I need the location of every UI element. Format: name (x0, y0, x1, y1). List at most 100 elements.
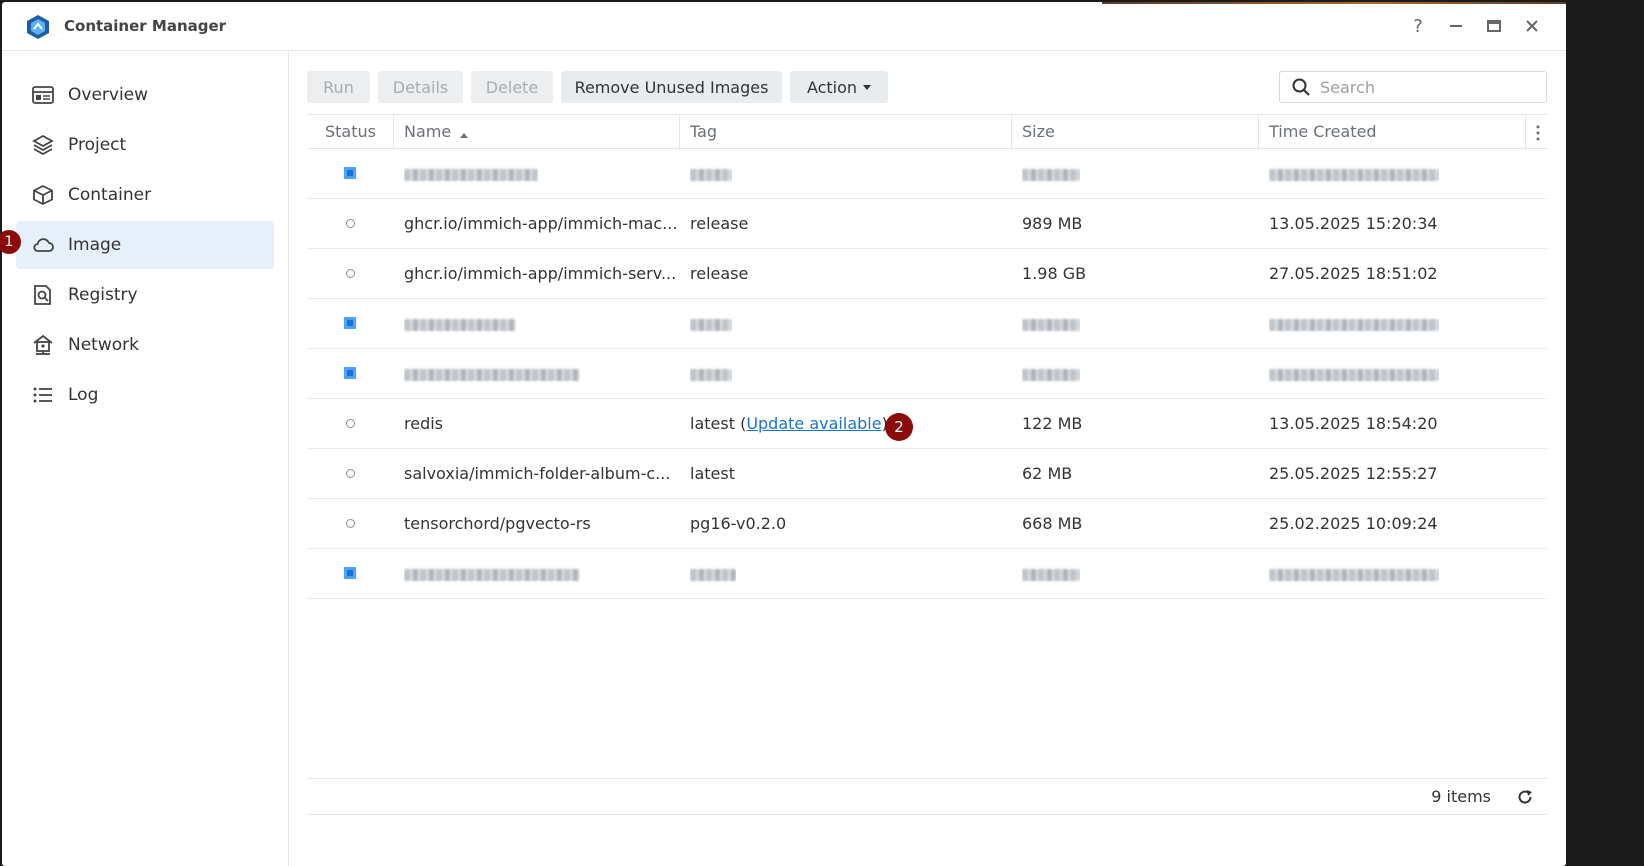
sidebar-item-project[interactable]: Project (16, 121, 274, 169)
column-divider (393, 115, 394, 148)
redacted-text (1269, 368, 1439, 381)
status-stopped-icon (344, 217, 356, 229)
image-size-cell (1022, 349, 1080, 398)
column-header-name[interactable]: Name (404, 115, 469, 149)
table-footer: 9 items (307, 778, 1547, 815)
sidebar-item-label: Project (68, 135, 127, 155)
image-tag-cell: release (690, 214, 749, 233)
table-row[interactable] (307, 349, 1547, 399)
status-stopped-icon (344, 417, 356, 429)
image-name-cell: ghcr.io/immich-app/immich-mac... (404, 214, 676, 233)
image-time-cell: 25.05.2025 12:55:27 (1269, 464, 1438, 483)
image-size-cell (1022, 549, 1080, 598)
column-header-time-created[interactable]: Time Created (1269, 115, 1377, 148)
details-button[interactable]: Details (378, 71, 463, 103)
column-divider (679, 115, 680, 148)
annotation-marker-2: 2 (885, 413, 913, 441)
search-icon (1292, 78, 1310, 96)
redacted-text (404, 318, 516, 331)
image-tag-cell (690, 549, 736, 598)
column-header-size[interactable]: Size (1022, 115, 1055, 148)
search-input[interactable] (1318, 76, 1522, 98)
images-table: Status Name Tag Size Time Created ghcr.i… (307, 114, 1547, 599)
sidebar-item-label: Image (68, 235, 122, 255)
image-name-cell: ghcr.io/immich-app/immich-serv... (404, 264, 676, 283)
log-icon (32, 384, 54, 406)
sidebar-item-registry[interactable]: Registry (16, 271, 274, 319)
sidebar-item-network[interactable]: Network (16, 321, 274, 369)
image-size-cell: 989 MB (1022, 214, 1083, 233)
sidebar-item-overview[interactable]: Overview (16, 71, 274, 119)
sidebar-item-image[interactable]: Image (16, 221, 274, 269)
sidebar: Overview Project Container Image Registr… (2, 51, 289, 866)
sidebar-item-log[interactable]: Log (16, 371, 274, 419)
table-row[interactable]: tensorchord/pgvecto-rs pg16-v0.2.0 668 M… (307, 499, 1547, 549)
image-time-cell: 25.02.2025 10:09:24 (1269, 514, 1438, 533)
table-row[interactable]: redis latest (Update available) 122 MB 1… (307, 399, 1547, 449)
redacted-text (690, 318, 732, 331)
image-time-cell (1269, 299, 1439, 348)
image-name-cell: redis (404, 414, 444, 433)
redacted-text (690, 568, 736, 581)
table-row[interactable]: ghcr.io/immich-app/immich-serv... releas… (307, 249, 1547, 299)
sidebar-item-label: Registry (68, 285, 138, 305)
sidebar-item-label: Overview (68, 85, 149, 105)
image-tag-cell (690, 349, 732, 398)
column-divider (1011, 115, 1012, 148)
registry-icon (32, 284, 54, 306)
column-divider (1525, 115, 1526, 148)
container-manager-logo-icon (26, 14, 50, 40)
redacted-text (1022, 568, 1080, 581)
sidebar-item-label: Log (68, 385, 99, 405)
table-row[interactable]: salvoxia/immich-folder-album-c... latest… (307, 449, 1547, 499)
column-header-status[interactable]: Status (325, 115, 376, 148)
cloud-icon (32, 234, 54, 256)
minimize-icon[interactable] (1444, 14, 1468, 38)
maximize-icon[interactable] (1482, 14, 1506, 38)
redacted-text (1269, 168, 1439, 181)
image-size-cell: 62 MB (1022, 464, 1073, 483)
table-row[interactable] (307, 549, 1547, 599)
search-box[interactable] (1279, 71, 1547, 103)
image-time-cell: 13.05.2025 18:54:20 (1269, 414, 1438, 433)
table-row[interactable] (307, 299, 1547, 349)
sidebar-item-container[interactable]: Container (16, 171, 274, 219)
sidebar-item-label: Container (68, 185, 152, 205)
container-icon (32, 184, 54, 206)
sort-ascending-icon (460, 116, 469, 149)
redacted-text (1022, 168, 1080, 181)
update-available-link[interactable]: Update available (746, 414, 881, 433)
column-options-icon[interactable] (1531, 115, 1545, 148)
image-tag-cell: pg16-v0.2.0 (690, 514, 787, 533)
redacted-text (690, 168, 732, 181)
remove-unused-images-button[interactable]: Remove Unused Images (561, 71, 782, 103)
image-name-cell: tensorchord/pgvecto-rs (404, 514, 591, 533)
column-divider (1258, 115, 1259, 148)
app-window: Container Manager ? Overview Project Con… (2, 2, 1566, 866)
image-tag-cell (690, 149, 732, 198)
main-content: Run Details Delete Remove Unused Images … (307, 51, 1547, 866)
redacted-text (404, 168, 538, 181)
delete-button[interactable]: Delete (471, 71, 553, 103)
status-running-icon (344, 567, 356, 579)
image-time-cell: 27.05.2025 18:51:02 (1269, 264, 1438, 283)
image-size-cell (1022, 299, 1080, 348)
help-icon[interactable]: ? (1406, 14, 1430, 38)
image-tag-cell (690, 299, 732, 348)
redacted-text (1022, 368, 1080, 381)
table-row[interactable] (307, 149, 1547, 199)
status-stopped-icon (344, 267, 356, 279)
close-icon[interactable] (1520, 14, 1544, 38)
column-header-tag[interactable]: Tag (690, 115, 717, 148)
image-size-cell: 1.98 GB (1022, 264, 1087, 283)
action-dropdown-button[interactable]: Action (790, 71, 888, 103)
table-row[interactable]: ghcr.io/immich-app/immich-mac... release… (307, 199, 1547, 249)
refresh-icon[interactable] (1515, 787, 1535, 807)
redacted-text (1269, 318, 1439, 331)
run-button[interactable]: Run (307, 71, 370, 103)
image-size-cell: 668 MB (1022, 514, 1083, 533)
image-time-cell: 13.05.2025 15:20:34 (1269, 214, 1438, 233)
redacted-text (404, 368, 580, 381)
overview-icon (32, 84, 54, 106)
redacted-text (404, 568, 580, 581)
